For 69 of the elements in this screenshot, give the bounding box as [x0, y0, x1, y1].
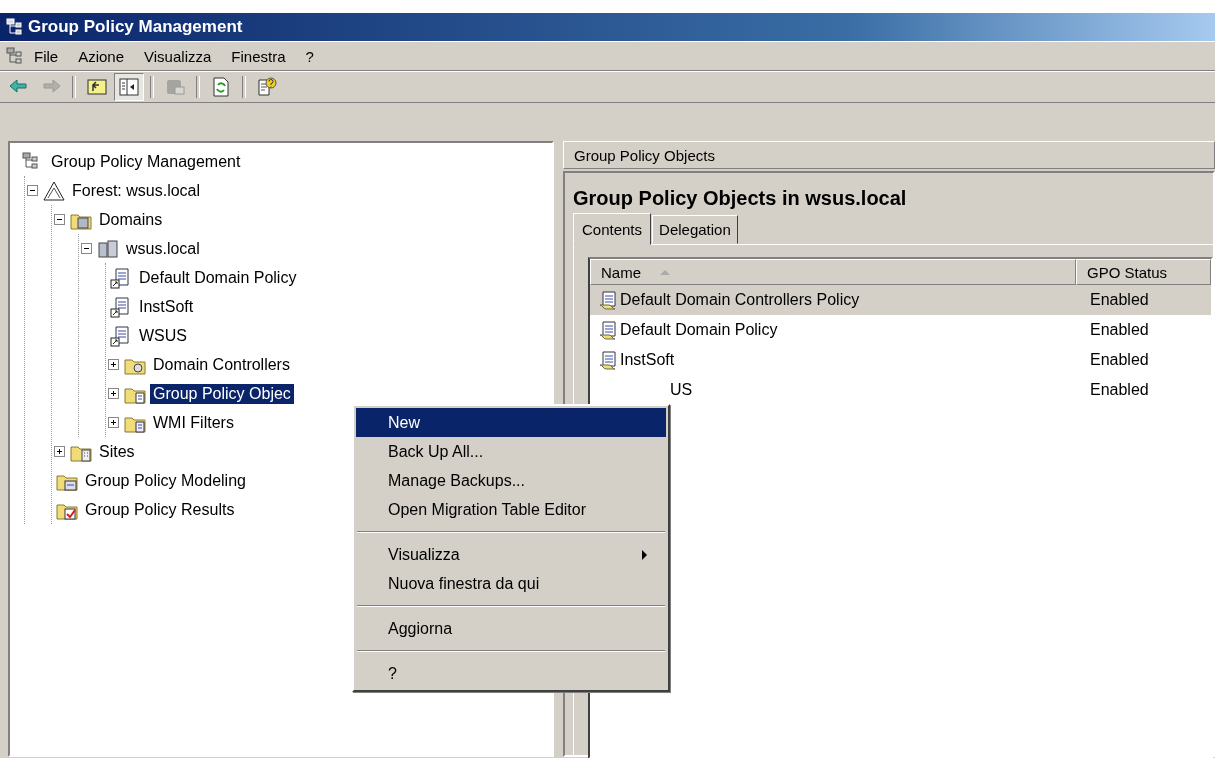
list-row[interactable]: InstSoft Enabled: [590, 345, 1211, 375]
sort-arrow-icon: [659, 268, 671, 276]
table-cell: Enabled: [1090, 381, 1149, 399]
folder-up-icon: [86, 76, 108, 98]
menu-item[interactable]: Azione: [68, 47, 135, 65]
list-row[interactable]: US Enabled: [590, 375, 1211, 405]
tree-item[interactable]: WSUS: [136, 325, 190, 346]
policy-shortcut-icon: [110, 266, 132, 289]
list-row[interactable]: Default Domain Policy Enabled: [590, 315, 1211, 345]
tree-item[interactable]: Forest: wsus.local: [69, 180, 204, 201]
tree-item[interactable]: Group Policy Objec: [150, 383, 294, 404]
tree-pane-icon: [118, 76, 140, 98]
table-cell: Enabled: [1090, 351, 1149, 369]
panel-title: Group Policy Objects in wsus.local: [572, 186, 908, 211]
servers-icon: [97, 237, 119, 260]
table-cell: Enabled: [1090, 291, 1149, 309]
expand-toggle[interactable]: [108, 416, 120, 429]
table-cell: Default Domain Controllers Policy: [620, 291, 860, 309]
expand-toggle[interactable]: [108, 358, 120, 371]
table-cell: Default Domain Policy: [620, 321, 778, 339]
window-title: Group Policy Management: [28, 17, 243, 37]
tree-item[interactable]: Default Domain Policy: [136, 267, 300, 288]
help-icon: [256, 76, 278, 98]
policy-shortcut-icon: [110, 324, 132, 347]
expand-toggle[interactable]: [54, 445, 66, 458]
menu-item[interactable]: Finestra: [221, 47, 296, 65]
table-cell: Enabled: [1090, 321, 1149, 339]
expand-toggle[interactable]: [108, 387, 120, 400]
policy-icon: [598, 320, 618, 340]
menu-item[interactable]: ?: [295, 47, 324, 65]
table-cell: InstSoft: [620, 351, 675, 369]
triangle-icon: [43, 179, 65, 202]
tab[interactable]: Delegation: [652, 215, 738, 244]
collapse-toggle[interactable]: [27, 184, 39, 197]
pane-header: Group Policy Objects: [563, 141, 1215, 169]
menu-item[interactable]: Nuova finestra da qui: [356, 569, 666, 598]
collapse-toggle[interactable]: [54, 213, 66, 226]
submenu-arrow-icon: [642, 549, 648, 560]
tree-item[interactable]: WMI Filters: [150, 412, 237, 433]
app-icon: [6, 17, 24, 37]
list-row[interactable]: Default Domain Controllers Policy Enabled: [590, 285, 1211, 315]
menu-item[interactable]: Manage Backups...: [356, 466, 666, 495]
menu-item[interactable]: File: [24, 47, 69, 65]
tree-item[interactable]: Group Policy Management: [48, 151, 244, 172]
menu-item[interactable]: Visualizza: [356, 540, 666, 569]
menu-item[interactable]: ?: [356, 659, 666, 688]
policy-shortcut-icon: [110, 295, 132, 318]
tree-item[interactable]: Domain Controllers: [150, 354, 293, 375]
column-header[interactable]: Name: [590, 259, 1076, 285]
tab[interactable]: Contents: [573, 213, 652, 245]
app-menu-icon: [6, 46, 24, 66]
policy-icon: [598, 350, 618, 370]
collapse-toggle[interactable]: [81, 242, 93, 255]
refresh-icon: [210, 76, 232, 98]
tree-item[interactable]: Sites: [96, 441, 138, 462]
tree-item[interactable]: wsus.local: [123, 238, 203, 259]
tree-item[interactable]: InstSoft: [136, 296, 197, 317]
menu-item[interactable]: Visualizza: [134, 47, 222, 65]
menu-item[interactable]: Open Migration Table Editor: [356, 495, 666, 524]
menu-item[interactable]: New: [356, 408, 666, 437]
policy-icon: [598, 290, 618, 310]
table-cell: US: [670, 381, 693, 399]
tree-item[interactable]: Group Policy Modeling: [82, 470, 249, 491]
tree-item[interactable]: Group Policy Results: [82, 499, 238, 520]
column-header[interactable]: GPO Status: [1076, 259, 1211, 285]
menu-item[interactable]: Back Up All...: [356, 437, 666, 466]
tree-item[interactable]: Domains: [96, 209, 166, 230]
menu-item[interactable]: Aggiorna: [356, 614, 666, 643]
toolbar-button[interactable]: [114, 73, 144, 101]
